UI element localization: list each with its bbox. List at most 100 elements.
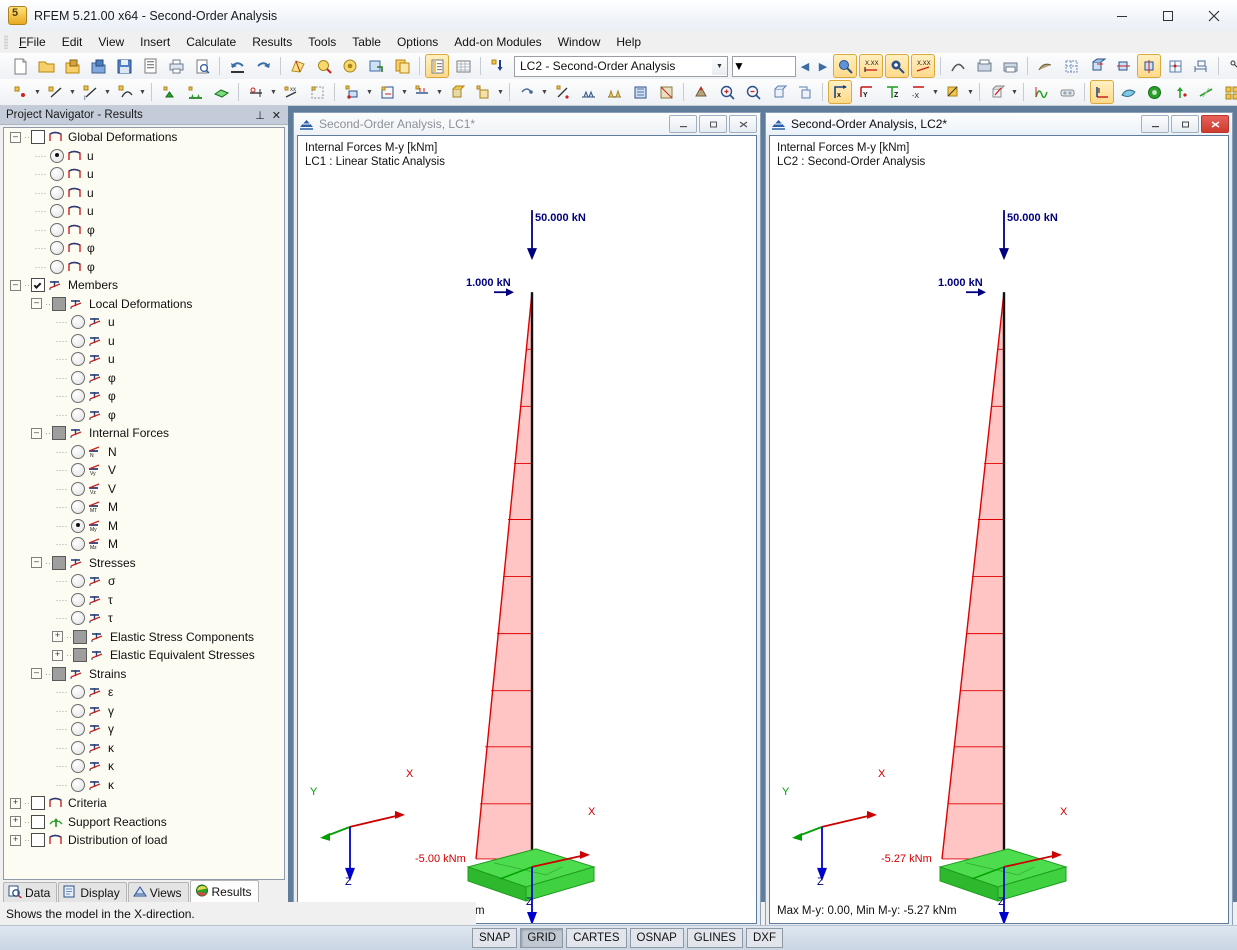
fe-mesh-icon[interactable] (1059, 54, 1083, 78)
tree-radio-kappa-x[interactable] (71, 741, 85, 755)
chevron-down-icon[interactable]: ▼ (138, 81, 147, 103)
menu-calculate[interactable]: Calculate (178, 32, 244, 53)
tree-item-kappa-y[interactable]: ····κ (4, 757, 284, 776)
tree-checkbox-global-deformations[interactable] (31, 130, 45, 144)
tree-item-local-uz[interactable]: ····u (4, 350, 284, 369)
model-canvas-lc2[interactable]: Internal Forces M-y [kNm]LC2 : Second-Or… (769, 135, 1229, 924)
chevron-down-icon[interactable]: ▼ (68, 81, 77, 103)
status-toggle-cartes[interactable]: CARTES (566, 928, 626, 948)
copy-window-icon[interactable] (390, 54, 414, 78)
insert-nodal-load-icon[interactable] (340, 80, 364, 104)
status-toggle-grid[interactable]: GRID (520, 928, 563, 948)
tree-expander-stresses[interactable]: – (31, 557, 42, 568)
result-values-icon[interactable]: X.XX (859, 54, 883, 78)
deformation-result-icon[interactable] (1029, 80, 1053, 104)
new-file-icon[interactable] (8, 54, 32, 78)
results-on-off-icon[interactable] (833, 54, 857, 78)
model-window-lc1[interactable]: Second-Order Analysis, LC1* Internal For… (293, 112, 761, 928)
menu-view[interactable]: View (90, 32, 132, 53)
tree-item-members[interactable]: –··Members (4, 276, 284, 295)
view-in-z-direction-icon[interactable]: Z (880, 80, 904, 104)
tree-item-kappa-z[interactable]: ····κ (4, 776, 284, 795)
chevron-down-icon[interactable]: ▼ (103, 81, 112, 103)
insert-intermediate-nodes-icon[interactable] (305, 80, 329, 104)
tree-item-kappa-x[interactable]: ····κ (4, 739, 284, 758)
close-icon[interactable] (729, 115, 757, 133)
insert-surface-support-icon[interactable] (209, 80, 233, 104)
tree-checkbox-members[interactable] (31, 278, 45, 292)
save-all-icon[interactable] (138, 54, 162, 78)
tree-item-phiz[interactable]: ····φ (4, 258, 284, 277)
menu-file[interactable]: FFile (11, 32, 54, 53)
open-project-icon[interactable] (60, 54, 84, 78)
insert-line-support-icon[interactable] (183, 80, 207, 104)
minimize-icon[interactable] (1099, 0, 1145, 31)
tree-item-ux[interactable]: ····u (4, 165, 284, 184)
tree-item-Mz[interactable]: ····MzM (4, 535, 284, 554)
maximize-icon[interactable] (1145, 0, 1191, 31)
menu-insert[interactable]: Insert (132, 32, 178, 53)
member-internal-forces-icon[interactable]: I (1090, 80, 1114, 104)
tree-radio-uz[interactable] (50, 204, 64, 218)
tree-radio-phiy[interactable] (50, 241, 64, 255)
tree-radio-N[interactable] (71, 445, 85, 459)
model-window-lc1-titlebar[interactable]: Second-Order Analysis, LC1* (294, 113, 760, 135)
zoom-in-icon[interactable] (715, 80, 739, 104)
tree-radio-uy[interactable] (50, 186, 64, 200)
chevron-down-icon[interactable]: ▼ (435, 81, 444, 103)
menu-edit[interactable]: Edit (54, 32, 91, 53)
tree-item-N[interactable]: ····NN (4, 443, 284, 462)
tree-item-sigma-x[interactable]: ····σ (4, 572, 284, 591)
undo-icon[interactable] (225, 54, 249, 78)
save-icon[interactable] (112, 54, 136, 78)
print-preview-icon[interactable] (190, 54, 214, 78)
tree-item-support-reactions[interactable]: +··Support Reactions (4, 813, 284, 832)
load-case-combo[interactable]: LC2 - Second-Order Analysis ▼ (514, 56, 728, 77)
insert-line-load-icon[interactable] (375, 80, 399, 104)
tree-item-u[interactable]: ····u (4, 147, 284, 166)
chevron-down-icon[interactable]: ▼ (931, 81, 940, 103)
menu-addon-modules[interactable]: Add-on Modules (446, 32, 549, 53)
tree-radio-MT[interactable] (71, 500, 85, 514)
tree-expander-local-deformations[interactable]: – (31, 298, 42, 309)
tree-radio-gamma-xz[interactable] (71, 722, 85, 736)
zoom-window-icon[interactable] (312, 54, 336, 78)
tree-expander-criteria[interactable]: + (10, 798, 21, 809)
tree-radio-Vy[interactable] (71, 463, 85, 477)
chevron-down-icon[interactable]: ▼ (733, 59, 745, 73)
tree-radio-kappa-z[interactable] (71, 778, 85, 792)
chevron-down-icon[interactable]: ▼ (1010, 81, 1019, 103)
load-case-icon[interactable] (486, 54, 510, 78)
dimension-icon[interactable] (1189, 54, 1213, 78)
surface-results-icon[interactable] (1116, 80, 1140, 104)
chevron-down-icon[interactable]: ▼ (365, 81, 374, 103)
navigator-tab-display[interactable]: Display (58, 882, 126, 902)
view-isometric-icon[interactable] (767, 80, 791, 104)
tree-checkbox-elastic-stress-components[interactable] (73, 630, 87, 644)
view-model-3-icon[interactable] (1137, 54, 1161, 78)
close-icon[interactable] (1191, 0, 1237, 31)
insert-member-icon[interactable]: I (78, 80, 102, 104)
close-icon[interactable]: ✕ (272, 109, 281, 122)
insert-solid-icon[interactable] (445, 80, 469, 104)
tree-radio-sigma-x[interactable] (71, 574, 85, 588)
tree-expander-distribution-of-load[interactable]: + (10, 835, 21, 846)
edit-materials-icon[interactable] (654, 80, 678, 104)
tree-radio-phix[interactable] (50, 223, 64, 237)
view-model-1-icon[interactable] (1085, 54, 1109, 78)
tree-item-local-phiy[interactable]: ····φ (4, 387, 284, 406)
chevron-down-icon[interactable]: ▼ (269, 81, 278, 103)
tree-item-tau-y[interactable]: ····τ (4, 591, 284, 610)
view-in-x-direction-icon[interactable]: x (828, 80, 852, 104)
tree-radio-local-phix[interactable] (71, 371, 85, 385)
status-toggle-osnap[interactable]: OSNAP (630, 928, 684, 948)
chevron-down-icon[interactable]: ▼ (33, 81, 42, 103)
tree-radio-local-phiy[interactable] (71, 389, 85, 403)
previous-load-case-button[interactable]: ◀ (796, 56, 814, 76)
tree-expander-global-deformations[interactable]: – (10, 132, 21, 143)
tree-checkbox-internal-forces[interactable] (52, 426, 66, 440)
support-reactions-icon[interactable] (1168, 80, 1192, 104)
zoom-all-icon[interactable] (338, 54, 362, 78)
view-in-negative-x-icon[interactable]: -X (906, 80, 930, 104)
insert-node-icon[interactable] (8, 80, 32, 104)
